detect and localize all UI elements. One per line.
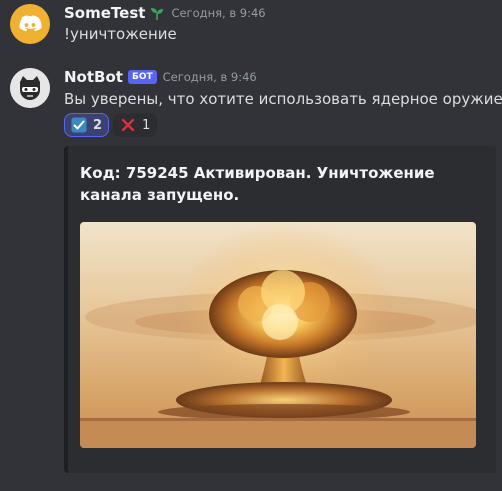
- bot-tag: БОТ: [127, 70, 157, 84]
- check-box-icon: [71, 117, 87, 133]
- reaction-count: 2: [93, 117, 103, 133]
- message-text: !уничтожение: [64, 25, 177, 43]
- avatar-sometest[interactable]: [10, 4, 50, 44]
- timestamp: Сегодня, в 9:46: [171, 6, 266, 20]
- avatar-notbot[interactable]: [10, 68, 50, 108]
- cross-mark-icon: [120, 117, 136, 133]
- reaction-check[interactable]: 2: [64, 113, 110, 137]
- reaction-cross[interactable]: 1: [113, 113, 158, 137]
- username[interactable]: NotBot: [64, 68, 123, 86]
- username[interactable]: SomeTest: [64, 4, 145, 22]
- embed: Код: 759245 Активирован. Уничтожение кан…: [64, 146, 496, 473]
- cat-face-icon: [10, 68, 50, 108]
- sprout-icon: [149, 5, 165, 21]
- discord-logo-icon: [19, 15, 42, 32]
- message-text: Вы уверены, что хотите использовать ядер…: [64, 90, 502, 108]
- embed-title: Код: 759245 Активирован. Уничтожение кан…: [80, 164, 435, 204]
- reaction-count: 1: [142, 117, 151, 133]
- nuclear-mushroom-cloud-image[interactable]: [80, 222, 476, 448]
- timestamp: Сегодня, в 9:46: [162, 70, 257, 84]
